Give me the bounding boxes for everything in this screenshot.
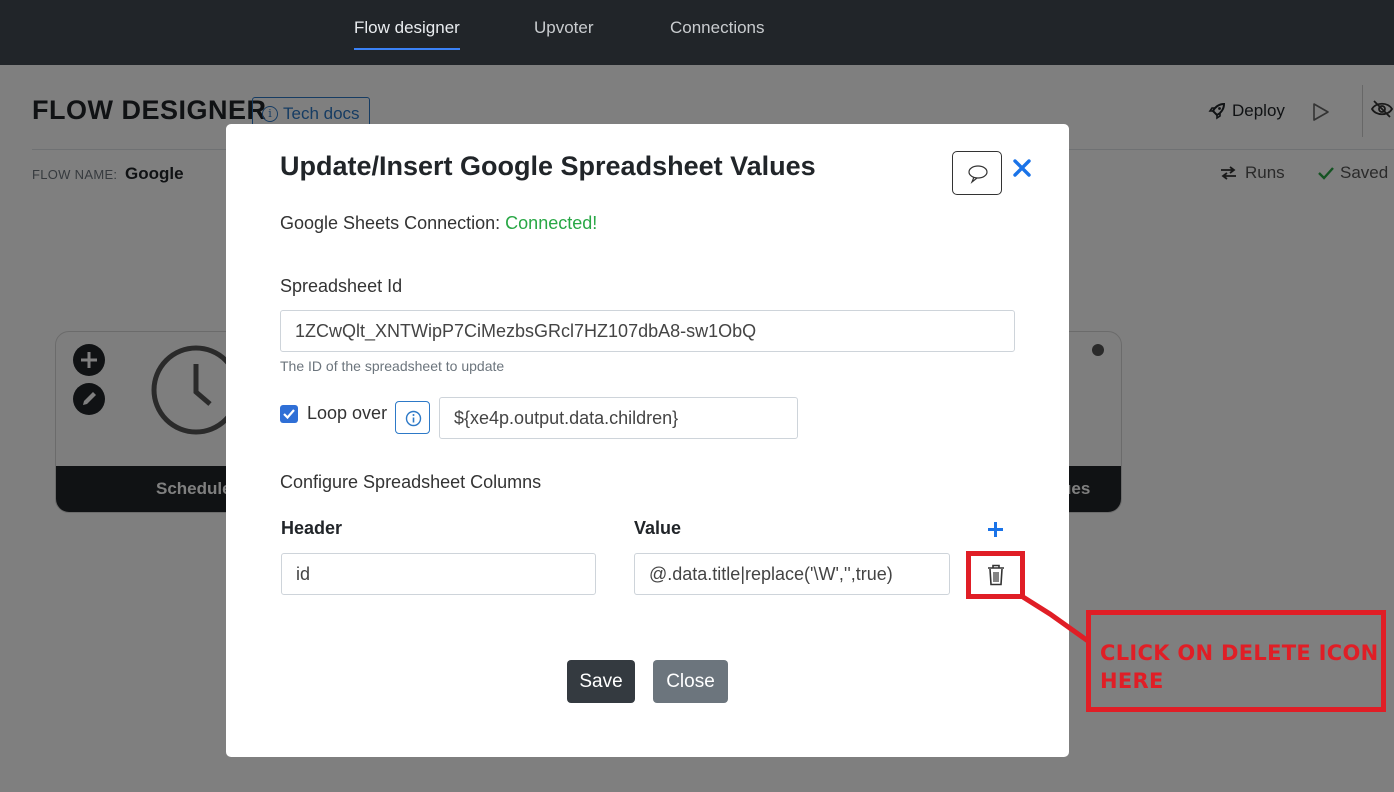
loop-over-checkbox[interactable] (280, 405, 298, 423)
connection-label: Google Sheets Connection: (280, 213, 501, 233)
connection-status-line: Google Sheets Connection: Connected! (280, 213, 597, 234)
close-icon[interactable] (1012, 158, 1032, 178)
header-column-label: Header (281, 518, 343, 538)
modal-title: Update/Insert Google Spreadsheet Values (280, 151, 816, 181)
spreadsheet-id-help: The ID of the spreadsheet to update (280, 358, 505, 374)
value-column-label: Value (634, 518, 682, 538)
top-nav: Flow designer Upvoter Connections (0, 0, 1394, 65)
info-icon (405, 410, 422, 427)
delete-icon-highlight (966, 551, 1025, 599)
column-value-input[interactable]: @.data.title|replace('\W','',true) (634, 553, 950, 595)
spreadsheet-id-label: Spreadsheet Id (280, 276, 403, 296)
speech-bubble-icon (968, 165, 988, 184)
column-header-input[interactable]: id (281, 553, 596, 595)
close-button[interactable]: Close (653, 660, 728, 703)
save-button[interactable]: Save (567, 660, 635, 703)
update-spreadsheet-modal: Update/Insert Google Spreadsheet Values … (226, 124, 1069, 757)
connection-status: Connected! (505, 213, 598, 233)
tab-connections[interactable]: Connections (670, 0, 765, 65)
annotation-callout: CLICK ON DELETE ICON HERE (1086, 610, 1386, 712)
spreadsheet-id-input[interactable]: 1ZCwQlt_XNTWipP7CiMezbsGRcl7HZ107dbA8-sw… (280, 310, 1015, 352)
loop-info-button[interactable] (395, 401, 430, 434)
checkmark-icon (283, 409, 295, 420)
add-column-plus-icon[interactable] (987, 521, 1004, 538)
loop-over-input[interactable]: ${xe4p.output.data.children} (439, 397, 798, 439)
tab-flow-designer[interactable]: Flow designer (354, 0, 460, 65)
loop-over-label: Loop over (307, 403, 388, 423)
comment-button[interactable] (952, 151, 1002, 195)
tab-upvoter[interactable]: Upvoter (534, 0, 594, 65)
columns-section-label: Configure Spreadsheet Columns (280, 472, 542, 492)
annotation-text: CLICK ON DELETE ICON HERE (1100, 641, 1379, 693)
